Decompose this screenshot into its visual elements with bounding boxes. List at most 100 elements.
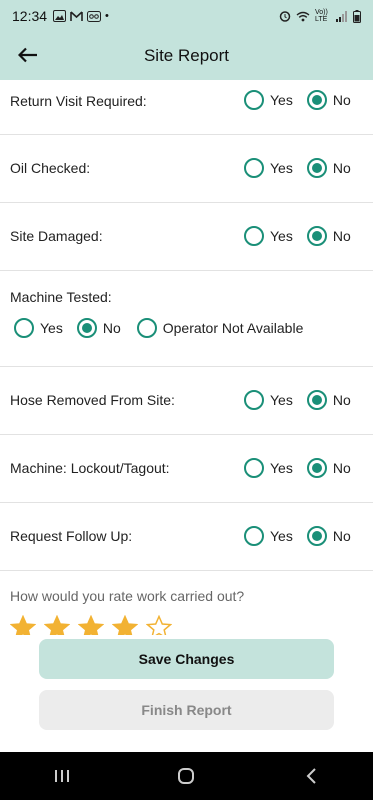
radio-option-no[interactable]: No	[306, 158, 351, 178]
question-label: Return Visit Required:	[10, 93, 147, 109]
question-label: Oil Checked:	[10, 160, 91, 176]
radio-option-label: Yes	[270, 228, 293, 244]
star-filled-icon[interactable]	[44, 615, 70, 635]
radio-option-no[interactable]: No	[306, 226, 351, 246]
radio-option-no[interactable]: No	[306, 90, 351, 110]
radio-button[interactable]	[76, 318, 97, 338]
radio-button[interactable]	[244, 526, 264, 546]
nav-back-button[interactable]	[291, 756, 331, 796]
radio-option-label: Operator Not Available	[162, 320, 304, 336]
status-time: 12:34	[12, 8, 48, 24]
signal-icon	[336, 10, 347, 22]
radio-dot	[311, 463, 322, 473]
rating-label: How would you rate work carried out?	[10, 588, 245, 604]
battery-icon	[353, 9, 361, 23]
status-dot: •	[105, 10, 109, 22]
question-row: Site Damaged: Yes No	[0, 203, 373, 271]
radio-button[interactable]	[306, 226, 327, 246]
radio-group: Yes No	[244, 390, 351, 410]
radio-option-yes[interactable]: Yes	[244, 458, 293, 478]
radio-option-no[interactable]: No	[306, 526, 351, 546]
radio-option-label: No	[332, 228, 351, 244]
radio-option-label: No	[332, 528, 351, 544]
alarm-icon	[279, 11, 291, 22]
question-label: Machine: Lockout/Tagout:	[10, 460, 170, 476]
radio-option-label: Yes	[270, 528, 293, 544]
save-changes-button[interactable]: Save Changes	[39, 639, 334, 679]
radio-group: Yes No	[244, 90, 351, 110]
radio-option-operator-not-available[interactable]: Operator Not Available	[136, 318, 304, 338]
wifi-icon	[296, 11, 310, 21]
radio-button[interactable]	[244, 390, 264, 410]
radio-button[interactable]	[306, 526, 327, 546]
photo-icon	[53, 10, 67, 22]
radio-option-no[interactable]: No	[76, 318, 121, 338]
radio-option-label: Yes	[40, 320, 63, 336]
star-filled-icon[interactable]	[112, 615, 138, 635]
radio-option-label: Yes	[270, 392, 293, 408]
radio-button[interactable]	[244, 90, 264, 110]
radio-button[interactable]	[14, 318, 34, 338]
radio-dot	[311, 395, 322, 405]
radio-option-label: Yes	[270, 460, 293, 476]
radio-button[interactable]	[306, 458, 327, 478]
radio-dot	[311, 231, 322, 241]
gmail-icon	[70, 10, 83, 21]
radio-group: Yes No	[244, 226, 351, 246]
finish-report-button[interactable]: Finish Report	[39, 690, 334, 730]
question-row: Oil Checked: Yes No	[0, 135, 373, 203]
radio-option-no[interactable]: No	[306, 458, 351, 478]
radio-option-yes[interactable]: Yes	[244, 226, 293, 246]
recents-button[interactable]	[42, 756, 82, 796]
radio-group: Yes No	[244, 458, 351, 478]
radio-group: Yes No	[244, 526, 351, 546]
question-label: Machine Tested:	[10, 289, 112, 305]
radio-button[interactable]	[244, 458, 264, 478]
radio-button[interactable]	[306, 390, 327, 410]
question-row: Request Follow Up: Yes No	[0, 503, 373, 571]
radio-button[interactable]	[306, 90, 327, 110]
radio-option-label: No	[332, 92, 351, 108]
question-label: Request Follow Up:	[10, 528, 133, 544]
home-icon	[178, 768, 195, 784]
radio-option-label: No	[332, 460, 351, 476]
voicemail-icon	[87, 10, 102, 22]
star-empty-icon[interactable]	[146, 615, 172, 635]
question-row: Machine Tested: Yes No Operator Not Availab…	[0, 271, 373, 367]
radio-option-yes[interactable]: Yes	[244, 158, 293, 178]
radio-option-label: Yes	[270, 92, 293, 108]
radio-dot	[311, 163, 322, 173]
status-bar: 12:34 • Vo)) LTE	[0, 0, 373, 32]
star-filled-icon[interactable]	[10, 615, 36, 635]
question-label: Site Damaged:	[10, 228, 103, 244]
radio-button[interactable]	[244, 226, 264, 246]
star-filled-icon[interactable]	[78, 615, 104, 635]
question-label: Hose Removed From Site:	[10, 392, 175, 408]
back-arrow-icon	[18, 47, 37, 63]
star-rating[interactable]	[10, 615, 172, 635]
radio-button[interactable]	[244, 158, 264, 178]
volte-indicator: Vo)) LTE	[315, 9, 328, 23]
radio-option-label: Yes	[270, 160, 293, 176]
radio-option-yes[interactable]: Yes	[14, 318, 63, 338]
radio-button[interactable]	[136, 318, 157, 338]
form-content[interactable]: Return Visit Required: Yes No Oil Checked: Y…	[0, 80, 373, 635]
radio-option-no[interactable]: No	[306, 390, 351, 410]
question-row: Return Visit Required: Yes No	[0, 80, 373, 135]
radio-option-label: No	[332, 160, 351, 176]
home-button[interactable]	[166, 756, 206, 796]
radio-button[interactable]	[306, 158, 327, 178]
question-row: Hose Removed From Site: Yes No	[0, 367, 373, 435]
system-nav-bar	[0, 752, 373, 800]
radio-dot	[311, 95, 322, 105]
radio-option-yes[interactable]: Yes	[244, 90, 293, 110]
radio-option-yes[interactable]: Yes	[244, 526, 293, 546]
radio-option-yes[interactable]: Yes	[244, 390, 293, 410]
app-bar: Site Report	[0, 32, 373, 80]
nav-back-icon	[306, 768, 316, 784]
back-button[interactable]	[14, 41, 42, 69]
recents-icon	[55, 770, 70, 782]
radio-option-label: No	[102, 320, 121, 336]
radio-dot	[81, 323, 92, 333]
question-row: Machine: Lockout/Tagout: Yes No	[0, 435, 373, 503]
